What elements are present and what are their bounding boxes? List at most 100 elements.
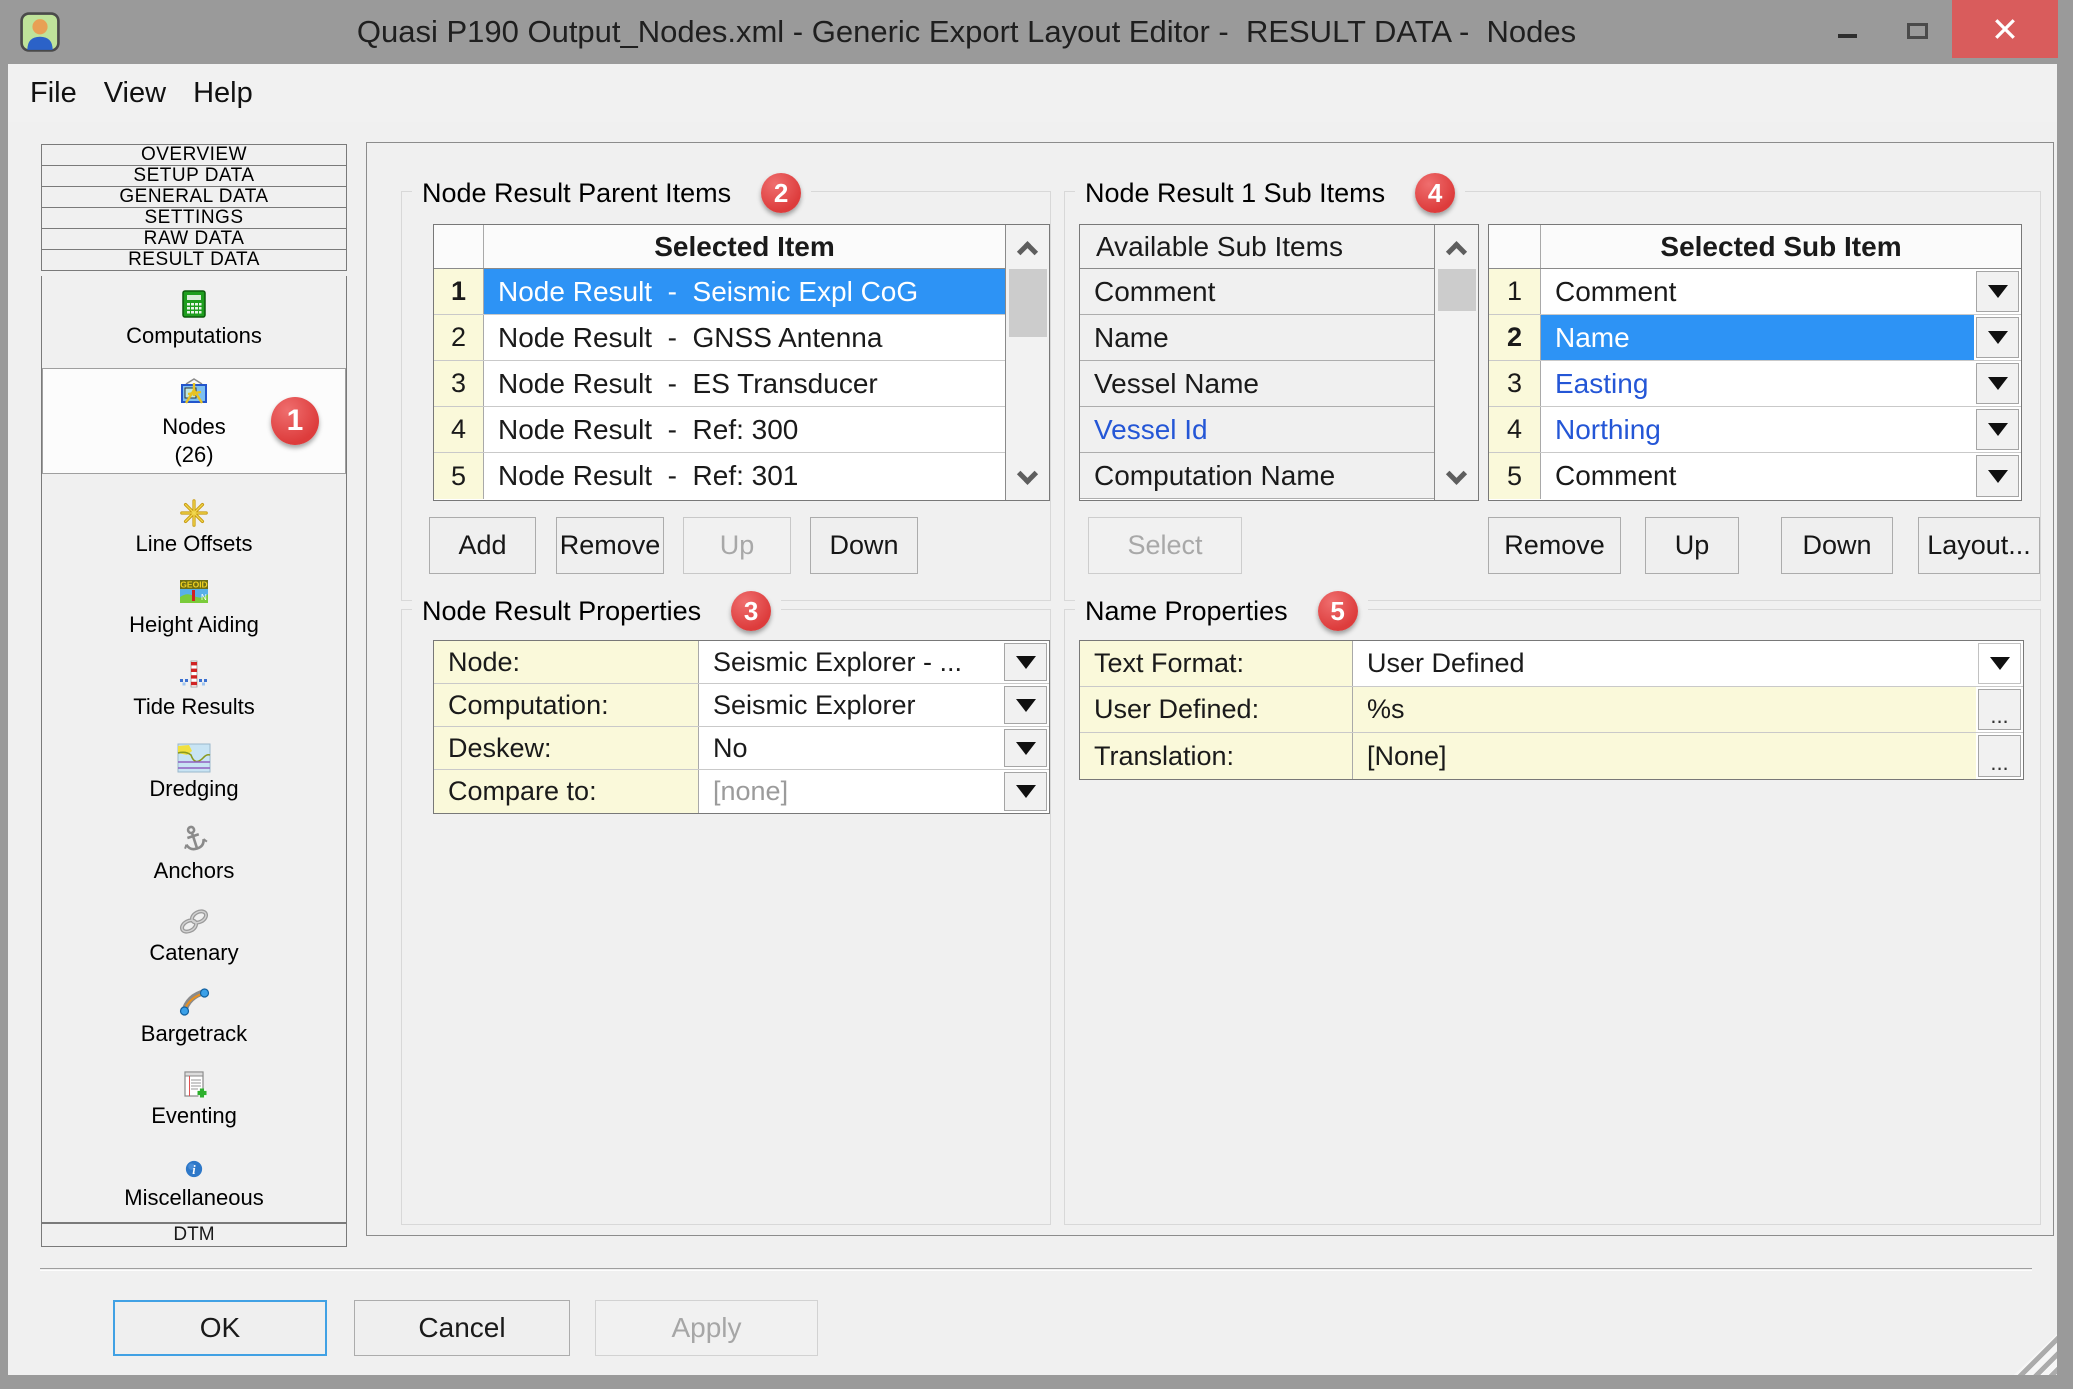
- computation-value[interactable]: Seismic Explorer: [699, 684, 1002, 726]
- deskew-value[interactable]: No: [699, 727, 1002, 769]
- table-row[interactable]: 2 Name: [1489, 315, 2021, 361]
- maximize-button[interactable]: [1882, 0, 1952, 58]
- sidebar-item-anchors[interactable]: Anchors: [42, 821, 346, 883]
- line-offsets-icon: [179, 494, 209, 528]
- layout-button[interactable]: Layout...: [1918, 517, 2040, 574]
- table-row[interactable]: 3 Node Result - ES Transducer: [434, 361, 1005, 407]
- sub-item-dropdown[interactable]: [1974, 361, 2021, 406]
- compare-to-dropdown[interactable]: [1002, 770, 1049, 813]
- table-row[interactable]: 4 Node Result - Ref: 300: [434, 407, 1005, 453]
- vertical-scrollbar[interactable]: [1434, 225, 1478, 500]
- node-value[interactable]: Seismic Explorer - ...: [699, 641, 1002, 683]
- scrollbar-thumb[interactable]: [1009, 269, 1047, 337]
- sidebar-item-bargetrack[interactable]: Bargetrack: [42, 984, 346, 1046]
- chevron-up-icon: [1446, 241, 1467, 262]
- generic-export-layout-editor-window: { "window": { "title": "Quasi P190 Outpu…: [0, 0, 2073, 1389]
- table-row[interactable]: 1 Node Result - Seismic Expl CoG: [434, 269, 1005, 315]
- node-result-properties-table: Node: Seismic Explorer - ... Computation…: [433, 640, 1050, 814]
- sidebar-section-settings[interactable]: SETTINGS: [41, 207, 347, 229]
- resize-grip[interactable]: [2013, 1333, 2057, 1375]
- sidebar-section-dtm[interactable]: DTM: [41, 1223, 347, 1247]
- sub-item-dropdown[interactable]: [1974, 407, 2021, 452]
- text-format-dropdown[interactable]: [1976, 641, 2023, 686]
- sub-item-dropdown[interactable]: [1974, 453, 2021, 499]
- user-defined-value[interactable]: %s: [1353, 687, 1976, 732]
- dropdown-arrow-icon: [1990, 657, 2010, 670]
- translation-ellipsis-button[interactable]: ...: [1976, 733, 2023, 779]
- scroll-up-button[interactable]: [1006, 225, 1049, 269]
- remove-button[interactable]: Remove: [556, 517, 664, 574]
- cancel-button[interactable]: Cancel: [354, 1300, 570, 1356]
- sidebar-section-setup-data[interactable]: SETUP DATA: [41, 165, 347, 187]
- group-node-result-parent-items: Node Result Parent Items 2 Selected Item…: [401, 191, 1051, 601]
- scrollbar-thumb[interactable]: [1438, 269, 1476, 311]
- sidebar-item-line-offsets[interactable]: Line Offsets: [42, 494, 346, 556]
- minimize-button[interactable]: [1812, 0, 1882, 58]
- computation-dropdown[interactable]: [1002, 684, 1049, 726]
- sub-item-dropdown[interactable]: [1974, 269, 2021, 314]
- group-title: Node Result Properties: [422, 596, 701, 627]
- sidebar-item-label: Bargetrack: [141, 1021, 247, 1046]
- deskew-dropdown[interactable]: [1002, 727, 1049, 769]
- table-row[interactable]: 5 Comment: [1489, 453, 2021, 499]
- remove-sub-item-button[interactable]: Remove: [1488, 517, 1621, 574]
- table-row[interactable]: 2 Node Result - GNSS Antenna: [434, 315, 1005, 361]
- scroll-down-button[interactable]: [1006, 456, 1049, 500]
- list-item[interactable]: Vessel Name: [1080, 361, 1434, 407]
- sidebar-section-raw-data[interactable]: RAW DATA: [41, 228, 347, 250]
- sidebar-item-catenary[interactable]: Catenary: [42, 903, 346, 965]
- apply-button[interactable]: Apply: [595, 1300, 818, 1356]
- annotation-badge-4: 4: [1415, 173, 1455, 213]
- sidebar-item-computations[interactable]: Computations: [42, 286, 346, 348]
- available-sub-items-list: Available Sub Items Comment Name Vessel …: [1079, 224, 1479, 501]
- list-item[interactable]: Name: [1080, 315, 1434, 361]
- property-row: Text Format: User Defined: [1080, 641, 2023, 687]
- ok-button[interactable]: OK: [113, 1300, 327, 1356]
- footer-divider: [40, 1268, 2032, 1271]
- down-sub-item-button[interactable]: Down: [1781, 517, 1893, 574]
- up-sub-item-button[interactable]: Up: [1645, 517, 1739, 574]
- list-item[interactable]: Comment: [1080, 269, 1434, 315]
- sidebar-section-overview[interactable]: OVERVIEW: [41, 144, 347, 166]
- group-node-result-properties: Node Result Properties 3 Node: Seismic E…: [401, 609, 1051, 1225]
- table-row[interactable]: 1 Comment: [1489, 269, 2021, 315]
- menu-file[interactable]: File: [26, 75, 81, 112]
- scroll-up-button[interactable]: [1435, 225, 1478, 269]
- add-button[interactable]: Add: [429, 517, 536, 574]
- dropdown-arrow-icon: [1988, 285, 2008, 298]
- sidebar-item-tide-results[interactable]: Tide Results: [42, 657, 346, 719]
- sidebar-item-count: (26): [174, 442, 213, 467]
- table-row[interactable]: 5 Node Result - Ref: 301: [434, 453, 1005, 499]
- sidebar-item-label: Line Offsets: [136, 531, 253, 556]
- annotation-badge-1: 1: [271, 397, 319, 445]
- vertical-scrollbar[interactable]: [1005, 225, 1049, 500]
- scroll-down-button[interactable]: [1435, 456, 1478, 500]
- sidebar-section-result-data[interactable]: RESULT DATA: [41, 249, 347, 271]
- group-title: Name Properties: [1085, 596, 1288, 627]
- down-button[interactable]: Down: [810, 517, 918, 574]
- property-row: Deskew: No: [434, 727, 1049, 770]
- sidebar-section-general-data[interactable]: GENERAL DATA: [41, 186, 347, 208]
- select-button[interactable]: Select: [1088, 517, 1242, 574]
- table-row[interactable]: 3 Easting: [1489, 361, 2021, 407]
- dredging-icon: [177, 739, 211, 773]
- sub-item-dropdown[interactable]: [1974, 315, 2021, 360]
- node-dropdown[interactable]: [1002, 641, 1049, 683]
- menu-view[interactable]: View: [100, 75, 170, 112]
- list-item[interactable]: Computation Name: [1080, 453, 1434, 499]
- text-format-value[interactable]: User Defined: [1353, 641, 1976, 686]
- compare-to-value[interactable]: [none]: [699, 770, 1002, 813]
- sidebar-item-miscellaneous[interactable]: i Miscellaneous: [42, 1148, 346, 1210]
- translation-value[interactable]: [None]: [1353, 733, 1976, 779]
- user-defined-ellipsis-button[interactable]: ...: [1976, 687, 2023, 732]
- list-item[interactable]: Vessel Id: [1080, 407, 1434, 453]
- menu-help[interactable]: Help: [189, 75, 257, 112]
- table-header-row: Selected Sub Item: [1489, 225, 2021, 269]
- table-row[interactable]: 4 Northing: [1489, 407, 2021, 453]
- up-button[interactable]: Up: [683, 517, 791, 574]
- sidebar-item-nodes[interactable]: Nodes (26) 1: [42, 368, 346, 474]
- sidebar-item-dredging[interactable]: Dredging: [42, 739, 346, 801]
- close-button[interactable]: [1952, 0, 2058, 58]
- sidebar-item-eventing[interactable]: Eventing: [42, 1066, 346, 1128]
- sidebar-item-height-aiding[interactable]: GEOID N Height Aiding: [42, 575, 346, 637]
